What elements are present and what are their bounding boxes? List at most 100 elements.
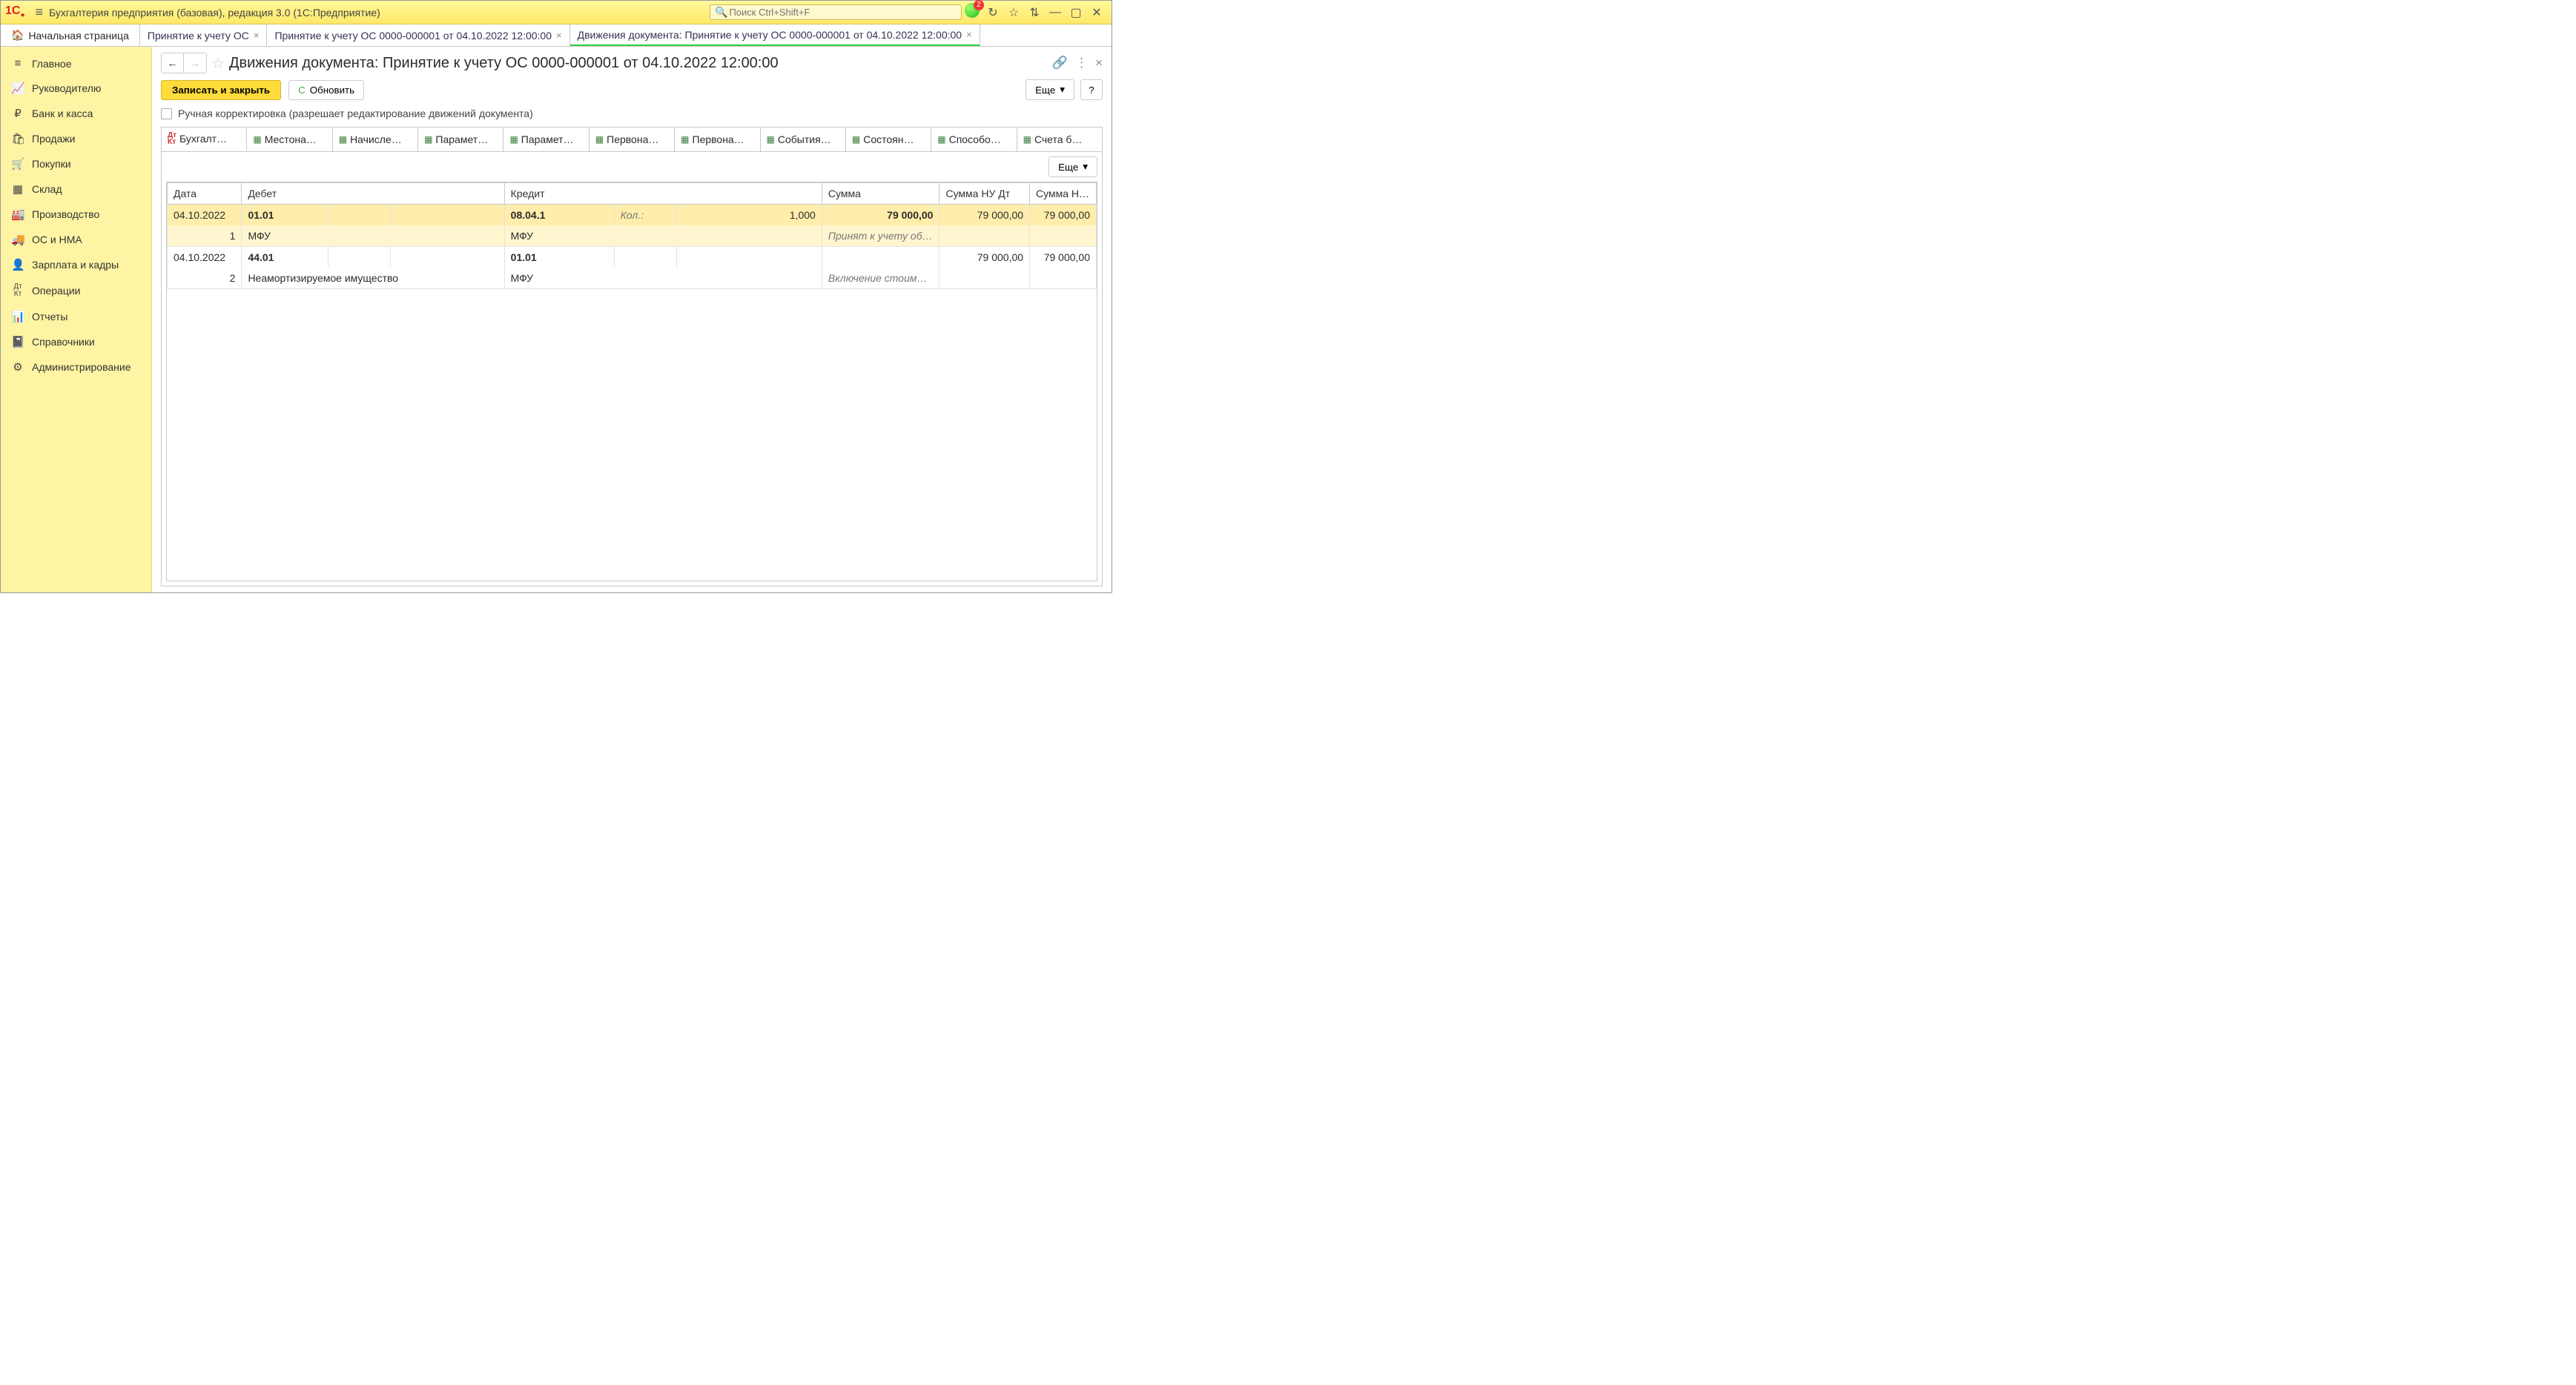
link-icon[interactable]: 🔗 — [1052, 56, 1068, 70]
bookmark-star-icon[interactable]: ☆ — [211, 54, 225, 73]
maximize-icon[interactable]: ▢ — [1066, 5, 1086, 20]
minimize-icon[interactable]: — — [1045, 6, 1066, 19]
favorite-icon[interactable]: ☆ — [1003, 5, 1024, 20]
help-button[interactable]: ? — [1080, 79, 1103, 100]
sidebar-item-catalogs[interactable]: 📓Справочники — [1, 329, 151, 354]
register-tab-5[interactable]: ▦Первона… — [589, 128, 675, 151]
table-row[interactable]: 04.10.2022 44.01 01.01 79 000,00 79 000,… — [168, 247, 1097, 268]
register-tab-9[interactable]: ▦Способо… — [931, 128, 1017, 151]
refresh-button[interactable]: C Обновить — [288, 80, 364, 100]
cell — [939, 225, 1030, 247]
nav-back-button[interactable]: ← — [162, 53, 184, 73]
content: ← → ☆ Движения документа: Принятие к уче… — [152, 47, 1112, 592]
col-sum-n[interactable]: Сумма Н… — [1030, 183, 1097, 205]
sidebar-item-reports[interactable]: 📊Отчеты — [1, 304, 151, 329]
cart-icon: 🛒 — [11, 157, 24, 171]
sidebar-item-warehouse[interactable]: ▦Склад — [1, 176, 151, 202]
refresh-icon: C — [298, 85, 306, 96]
col-sum-nu-dt[interactable]: Сумма НУ Дт — [939, 183, 1030, 205]
sidebar-item-sales[interactable]: 🛍Продажи — [1, 126, 151, 151]
tab-label: Парамет… — [521, 133, 574, 145]
col-sum[interactable]: Сумма — [822, 183, 939, 205]
more-button[interactable]: Еще ▾ — [1026, 79, 1074, 100]
global-search[interactable]: 🔍 — [710, 4, 962, 20]
manual-edit-row: Ручная корректировка (разрешает редактир… — [161, 108, 1103, 119]
sidebar-item-purchases[interactable]: 🛒 Покупки — [1, 151, 151, 176]
close-page-icon[interactable]: × — [1095, 56, 1103, 70]
factory-icon: 🏭 — [11, 208, 24, 221]
notifications-icon[interactable]: 2 — [962, 3, 982, 22]
table-icon: ▦ — [1023, 134, 1031, 145]
sidebar-item-salary[interactable]: 👤Зарплата и кадры — [1, 252, 151, 277]
cell — [1030, 225, 1097, 247]
sidebar-item-assets[interactable]: 🚚ОС и НМА — [1, 227, 151, 252]
manual-edit-checkbox[interactable] — [161, 108, 172, 119]
tab-close-icon[interactable]: × — [556, 30, 562, 41]
person-icon: 👤 — [11, 258, 24, 271]
sidebar-item-admin[interactable]: ⚙Администрирование — [1, 354, 151, 380]
titlebar: 1C● ≡ Бухгалтерия предприятия (базовая),… — [1, 1, 1112, 24]
sidebar-item-operations[interactable]: ДтКтОперации — [1, 277, 151, 304]
cell-credit-account: 08.04.1 — [504, 205, 614, 226]
tab-label: Первона… — [607, 133, 658, 145]
col-date[interactable]: Дата — [168, 183, 242, 205]
manual-edit-label: Ручная корректировка (разрешает редактир… — [178, 108, 533, 119]
tab-2[interactable]: Движения документа: Принятие к учету ОС … — [570, 24, 980, 46]
main-area: ≡Главное 📈 Руководителю ₽Банк и касса 🛍Пр… — [1, 47, 1112, 592]
bag-icon: 🛍 — [11, 132, 24, 145]
sidebar-item-main[interactable]: ≡Главное — [1, 51, 151, 76]
tab-0[interactable]: Принятие к учету ОС × — [140, 24, 268, 46]
chart-up-icon: 📈 — [11, 82, 24, 95]
cell — [328, 247, 391, 268]
close-window-icon[interactable]: ✕ — [1086, 5, 1107, 20]
register-tab-10[interactable]: ▦Счета б… — [1017, 128, 1102, 151]
register-tab-6[interactable]: ▦Первона… — [675, 128, 760, 151]
sidebar-item-bank[interactable]: ₽Банк и касса — [1, 101, 151, 126]
tab-label: Движения документа: Принятие к учету ОС … — [578, 29, 962, 41]
sidebar-item-manager[interactable]: 📈 Руководителю — [1, 76, 151, 101]
sidebar-item-production[interactable]: 🏭Производство — [1, 202, 151, 227]
tab-label: Принятие к учету ОС — [148, 30, 249, 42]
register-tab-3[interactable]: ▦Парамет… — [418, 128, 503, 151]
cell-note: Включение стоим… — [822, 268, 939, 289]
sidebar-item-label: Покупки — [32, 158, 71, 170]
register-tab-0[interactable]: Дт КтБухгалт… — [162, 128, 247, 151]
sidebar-item-label: Склад — [32, 183, 62, 195]
nav-forward-button[interactable]: → — [184, 53, 206, 73]
save-close-button[interactable]: Записать и закрыть — [161, 80, 281, 100]
cell-date: 04.10.2022 — [168, 247, 242, 268]
cell-debit-analytic: МФУ — [242, 225, 504, 247]
register-tab-2[interactable]: ▦Начисле… — [333, 128, 418, 151]
cell — [677, 247, 822, 268]
tab-1[interactable]: Принятие к учету ОС 0000-000001 от 04.10… — [267, 24, 569, 46]
search-icon: 🔍 — [715, 6, 727, 19]
tab-close-icon[interactable]: × — [966, 29, 972, 40]
search-input[interactable] — [727, 6, 957, 19]
table-icon: ▦ — [509, 134, 518, 145]
logo-1c: 1C● — [5, 4, 25, 19]
grid-more-button[interactable]: Еще ▾ — [1048, 156, 1097, 177]
main-menu-icon[interactable]: ≡ — [36, 4, 44, 20]
kebab-icon[interactable]: ⋮ — [1075, 56, 1088, 70]
table-row[interactable]: 1 МФУ МФУ Принят к учету об… — [168, 225, 1097, 247]
register-tab-8[interactable]: ▦Состоян… — [846, 128, 931, 151]
register-tab-1[interactable]: ▦Местона… — [247, 128, 332, 151]
register-tab-7[interactable]: ▦События… — [761, 128, 846, 151]
table-icon: ▦ — [339, 134, 347, 145]
tab-label: Счета б… — [1034, 133, 1083, 145]
register-tab-4[interactable]: ▦Парамет… — [503, 128, 589, 151]
sidebar-item-label: Руководителю — [32, 82, 101, 94]
col-credit[interactable]: Кредит — [504, 183, 822, 205]
grid[interactable]: Дата Дебет Кредит Сумма Сумма НУ Дт Сумм… — [166, 182, 1097, 581]
history-icon[interactable]: ↻ — [982, 5, 1003, 20]
filter-icon[interactable]: ⇅ — [1024, 5, 1045, 20]
gear-icon: ⚙ — [11, 360, 24, 374]
table-row[interactable]: 2 Неамортизируемое имущество МФУ Включен… — [168, 268, 1097, 289]
tab-label: Принятие к учету ОС 0000-000001 от 04.10… — [274, 30, 552, 42]
register-panel: Еще ▾ Дата Дебет Кредит Сумма — [161, 151, 1103, 586]
col-debit[interactable]: Дебет — [242, 183, 504, 205]
tab-label: Местона… — [265, 133, 317, 145]
tab-close-icon[interactable]: × — [254, 30, 260, 41]
table-row[interactable]: 04.10.2022 01.01 08.04.1 Кол.: 1,000 79 … — [168, 205, 1097, 226]
home-tab[interactable]: 🏠 Начальная страница — [1, 24, 140, 46]
